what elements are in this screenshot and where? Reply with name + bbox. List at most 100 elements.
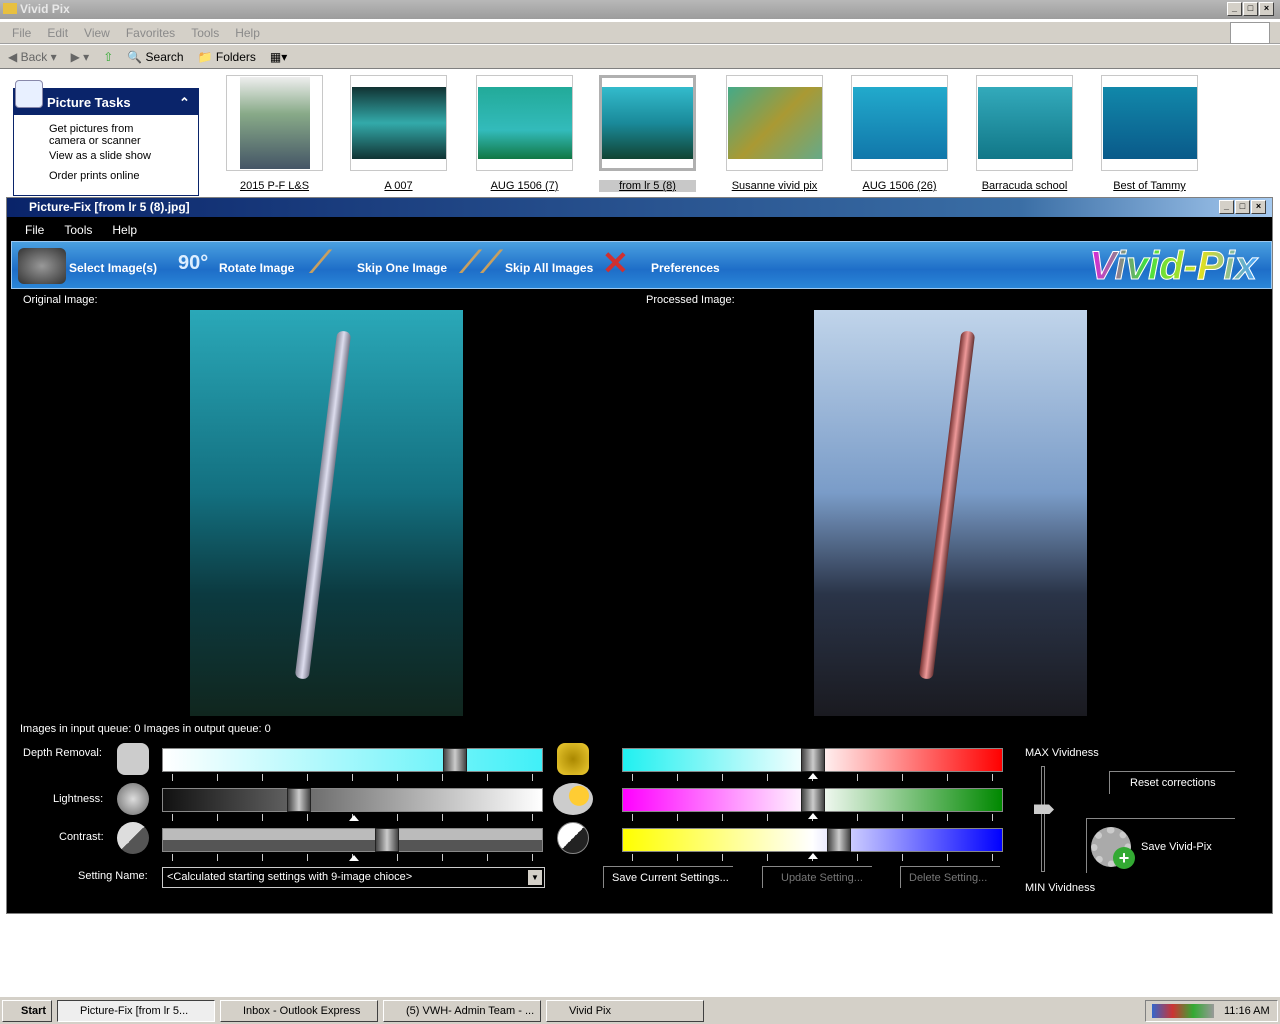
app-close-button[interactable]: ×	[1251, 200, 1266, 214]
app-menu-file[interactable]: File	[25, 223, 44, 241]
app-maximize-button[interactable]: □	[1235, 200, 1250, 214]
thumbnail-label: A 007	[384, 180, 413, 192]
slider-ticks	[172, 774, 533, 782]
menu-view[interactable]: View	[84, 26, 110, 43]
back-button[interactable]: ◀ Back ▾	[8, 50, 57, 64]
menu-favorites[interactable]: Favorites	[126, 26, 175, 43]
reset-corrections-button[interactable]: Reset corrections	[1109, 771, 1235, 794]
save-vivid-pix-label: Save Vivid-Pix	[1141, 841, 1212, 853]
delete-setting-button[interactable]: Delete Setting...	[900, 866, 1000, 888]
thumbnail-label: from lr 5 (8)	[599, 180, 696, 192]
taskbar-item-vivid-pix[interactable]: Vivid Pix	[546, 1000, 704, 1022]
lightness-slider[interactable]	[162, 788, 543, 822]
thumbnail-item[interactable]: from lr 5 (8)	[599, 75, 696, 192]
up-folder-icon[interactable]: ⇧	[103, 50, 113, 64]
vividness-slider-thumb[interactable]	[1034, 804, 1054, 815]
select-images-button[interactable]: Select Image(s)	[69, 261, 157, 275]
thumbnail-frame[interactable]	[599, 75, 696, 171]
app-menu-tools[interactable]: Tools	[64, 223, 92, 241]
skip-all-button[interactable]: Skip All Images	[505, 261, 593, 275]
diving-helmet-icon	[557, 743, 589, 775]
thumbnail-frame[interactable]	[726, 75, 823, 171]
forward-button[interactable]: ▶ ▾	[71, 50, 90, 64]
thumbnail-item[interactable]: AUG 1506 (7)	[476, 75, 573, 192]
contrast-slider[interactable]	[162, 828, 543, 862]
slider-track[interactable]	[162, 828, 543, 852]
original-image-label: Original Image:	[23, 294, 98, 306]
menu-tools[interactable]: Tools	[191, 26, 219, 43]
max-vividness-label: MAX Vividness	[1025, 747, 1099, 759]
close-button[interactable]: ×	[1259, 2, 1274, 16]
thumbnail-item[interactable]: Susanne vivid pix	[726, 75, 823, 192]
slider-track[interactable]	[162, 788, 543, 812]
task-get-pictures[interactable]: Get pictures from camera or scanner	[14, 115, 164, 147]
app-minimize-button[interactable]: _	[1219, 200, 1234, 214]
thumbnail-item[interactable]: A 007	[350, 75, 447, 192]
back-label: Back	[20, 49, 48, 64]
slider-thumb[interactable]	[800, 788, 825, 812]
update-setting-button[interactable]: Update Setting...	[762, 866, 872, 888]
broom-icon: ⟋	[310, 246, 331, 279]
slider-track[interactable]	[622, 748, 1003, 772]
thumbnail-frame[interactable]	[1101, 75, 1198, 171]
views-button[interactable]: ▦▾	[270, 50, 287, 64]
taskbar-item-outlook[interactable]: Inbox - Outlook Express	[220, 1000, 378, 1022]
slider-track[interactable]	[162, 748, 543, 772]
minimize-button[interactable]: _	[1227, 2, 1242, 16]
picture-tasks-title: Picture Tasks	[47, 95, 131, 110]
app-toolbar: Select Image(s) 90° Rotate Image ⟋ Skip …	[11, 241, 1272, 289]
setting-name-select[interactable]: <Calculated starting settings with 9-ima…	[162, 867, 545, 888]
search-button[interactable]: 🔍 Search	[127, 50, 183, 64]
menu-edit[interactable]: Edit	[47, 26, 68, 43]
taskbar-item-picture-fix[interactable]: Picture-Fix [from lr 5...	[57, 1000, 215, 1022]
slider-thumb[interactable]	[374, 828, 399, 852]
lightness-label: Lightness:	[53, 793, 104, 805]
thumbnail-image	[477, 87, 572, 159]
tray-icons[interactable]	[1152, 1004, 1214, 1018]
thumbnail-frame[interactable]	[350, 75, 447, 171]
explorer-title-bar: Vivid Pix _ □ ×	[0, 0, 1280, 19]
preferences-button[interactable]: Preferences	[651, 261, 720, 275]
thumbnail-frame[interactable]	[476, 75, 573, 171]
default-marker	[348, 815, 359, 821]
thumbnail-frame[interactable]	[851, 75, 948, 171]
task-order-prints[interactable]: Order prints online	[14, 162, 198, 182]
min-vividness-label: MIN Vividness	[1025, 882, 1096, 894]
save-vivid-pix-button[interactable]: + Save Vivid-Pix	[1086, 818, 1235, 873]
app-menu-bar: File Tools Help	[7, 219, 1272, 241]
dropdown-arrow-icon[interactable]: ▼	[528, 870, 542, 885]
taskbar-item-browser[interactable]: (5) VWH- Admin Team - ...	[383, 1000, 541, 1022]
thumbnail-frame[interactable]	[976, 75, 1073, 171]
contrast-label: Contrast:	[59, 831, 104, 843]
slider-thumb[interactable]	[287, 788, 312, 812]
menu-help[interactable]: Help	[235, 26, 260, 43]
cyan-red-slider[interactable]	[622, 748, 1003, 782]
skip-one-button[interactable]: Skip One Image	[357, 261, 447, 275]
depth-slider[interactable]	[162, 748, 543, 782]
thumbnail-item[interactable]: AUG 1506 (26)	[851, 75, 948, 192]
vivid-pix-logo: Vivid-Pix	[1089, 244, 1257, 289]
task-slide-show[interactable]: View as a slide show	[14, 147, 198, 162]
magenta-green-slider[interactable]	[622, 788, 1003, 822]
setting-name-label: Setting Name:	[78, 870, 148, 882]
menu-file[interactable]: File	[12, 26, 31, 43]
folders-button[interactable]: 📁 Folders	[198, 50, 256, 64]
explorer-toolbar: ◀ Back ▾ ▶ ▾ ⇧ 🔍 Search 📁 Folders ▦▾	[0, 45, 1280, 69]
start-button[interactable]: Start	[2, 1000, 52, 1022]
slider-track[interactable]	[622, 788, 1003, 812]
maximize-button[interactable]: □	[1243, 2, 1258, 16]
vividness-slider-track[interactable]	[1041, 766, 1045, 872]
thumbnail-frame[interactable]	[226, 75, 323, 171]
rotate-image-button[interactable]: Rotate Image	[219, 261, 294, 275]
thumbnail-item[interactable]: 2015 P-F L&S Brochure - email	[226, 75, 323, 192]
slider-thumb[interactable]	[827, 828, 852, 852]
yellow-blue-slider[interactable]	[622, 828, 1003, 862]
save-current-settings-button[interactable]: Save Current Settings...	[603, 866, 733, 888]
slider-track[interactable]	[622, 828, 1003, 852]
slider-thumb[interactable]	[800, 748, 825, 772]
app-menu-help[interactable]: Help	[112, 223, 137, 241]
collapse-icon[interactable]: ⌃	[179, 95, 190, 111]
thumbnail-item[interactable]: Barracuda school	[976, 75, 1073, 192]
thumbnail-item[interactable]: Best of Tammy	[1101, 75, 1198, 192]
slider-thumb[interactable]	[442, 748, 467, 772]
